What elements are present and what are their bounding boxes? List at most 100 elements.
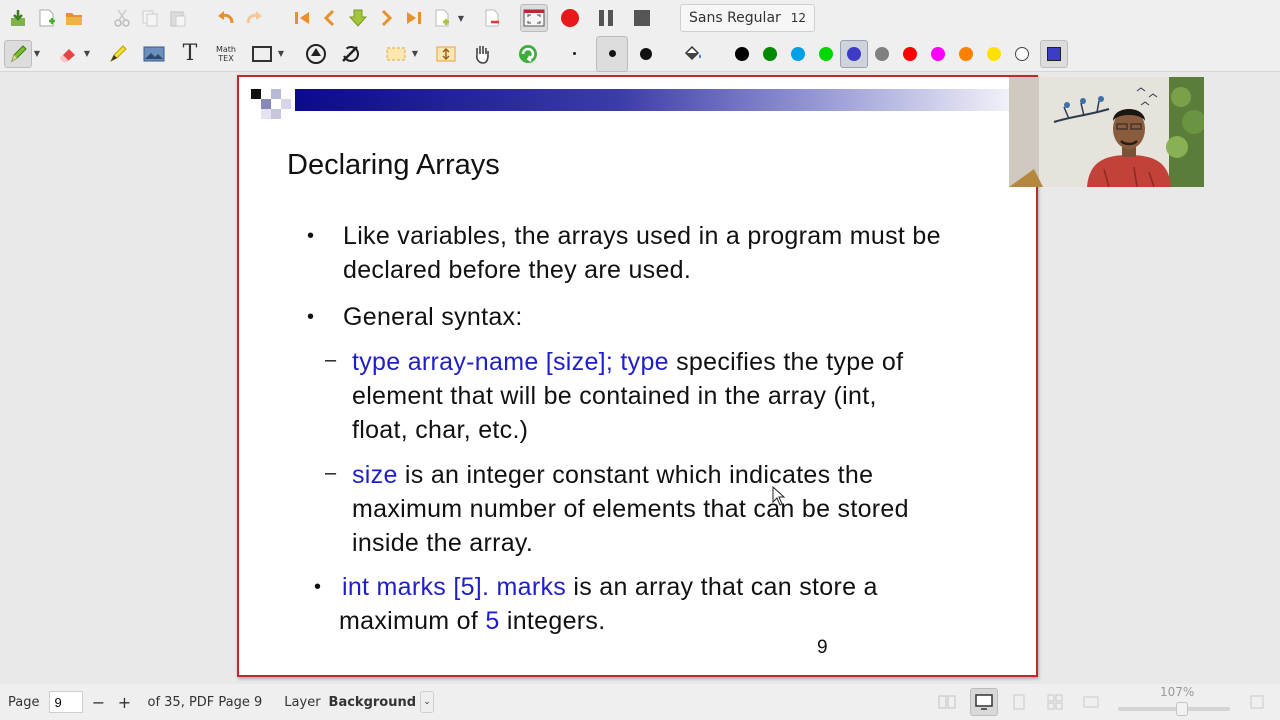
tools-toolbar: ▼ ▼ T Math TEX ▼ ▼ [0,35,1280,72]
page-number-input[interactable] [49,691,84,713]
eraser-icon[interactable] [54,40,82,68]
color-swatch-button[interactable] [756,40,784,68]
save-icon[interactable] [4,4,32,32]
document-page[interactable]: Declaring Arrays • Like variables, the a… [237,75,1038,677]
presentation-mode-icon[interactable] [970,688,998,716]
vertical-space-icon[interactable] [432,40,460,68]
fullscreen-icon[interactable] [520,4,548,32]
math-tex-icon[interactable]: Math TEX [212,40,240,68]
page-decrement-button[interactable]: − [85,691,111,713]
page-increment-button[interactable]: + [111,691,137,713]
pause-icon[interactable] [592,4,620,32]
chevron-down-icon[interactable]: ▼ [82,40,92,68]
copy-icon[interactable] [136,4,164,32]
cut-icon[interactable] [108,4,136,32]
color-swatch-button[interactable] [980,40,1008,68]
current-color-swatch [1047,46,1061,61]
webcam-overlay [1009,77,1204,187]
image-icon[interactable] [140,40,168,68]
mouse-cursor-icon [772,486,786,506]
sub-bullet-2: – size is an integer constant which indi… [325,458,909,560]
view-horizontal-icon[interactable] [1078,689,1104,715]
color-swatch-button[interactable] [1008,40,1036,68]
color-swatch-button[interactable] [840,39,868,68]
color-swatch [987,46,1001,61]
next-page-icon[interactable] [372,4,400,32]
sub-bullet-2-line-1: size is an integer constant which indica… [352,458,909,492]
select-rect-icon[interactable] [382,40,410,68]
view-vertical-icon[interactable] [1006,689,1032,715]
new-page-after-icon[interactable] [428,4,456,32]
color-swatch-button[interactable] [728,40,756,68]
shape-recognizer-icon[interactable] [302,40,330,68]
sub-bullet-1-text: specifies the type of [668,348,904,376]
font-selector-button[interactable]: Sans Regular 12 [680,4,816,32]
bullet-3-text-b: integers. [499,607,606,635]
chevron-down-icon[interactable]: ▼ [276,40,286,68]
rectangle-icon[interactable] [248,40,276,68]
font-name: Sans Regular [689,10,781,26]
text-icon[interactable]: T [176,40,204,68]
chevron-down-icon[interactable]: ▼ [456,4,466,32]
chevron-down-icon: ⌄ [420,691,435,713]
zoom-slider-thumb[interactable] [1176,702,1188,716]
tex-label: TEX [218,53,234,63]
main-toolbar: ▼ Sans Regular 12 [0,0,1280,36]
view-grid-icon[interactable] [1042,689,1068,715]
color-swatch [791,46,805,61]
stop-icon[interactable] [628,4,656,32]
header-square-3 [271,89,281,99]
first-page-icon[interactable] [288,4,316,32]
delete-page-icon[interactable] [478,4,506,32]
pen-icon[interactable] [4,39,32,68]
record-icon[interactable] [556,4,584,32]
view-paired-icon[interactable] [934,689,960,715]
bullet-mark: • [314,576,322,598]
slide-title: Declaring Arrays [287,149,500,181]
chevron-down-icon[interactable]: ▼ [32,40,42,68]
dot-medium-icon[interactable] [596,35,628,72]
dot-small-icon[interactable] [560,40,588,68]
current-color-button[interactable] [1040,39,1068,68]
redo-icon[interactable] [240,4,268,32]
goto-page-icon[interactable] [344,4,372,32]
color-swatch-button[interactable] [812,40,840,68]
bullet-mark: • [307,225,315,247]
fill-icon[interactable] [678,40,706,68]
dash-mark: – [325,349,337,371]
bullet-3-line-1: int marks [5]. marks is an array that ca… [315,570,878,604]
bullet-3-text: is an array that can store a [566,573,878,601]
highlighter-icon[interactable] [104,40,132,68]
ruler-icon[interactable] [336,40,364,68]
sub-bullet-2-code: size [352,461,398,489]
previous-page-icon[interactable] [316,4,344,32]
bullet-3: • int marks [5]. marks is an array that … [314,570,878,638]
hand-icon[interactable] [468,40,496,68]
bullet-2: • General syntax: [307,300,523,334]
undo-icon[interactable] [212,4,240,32]
refresh-icon[interactable] [514,40,542,68]
color-palette [728,39,1068,68]
sub-bullet-2-line-3: inside the array. [352,529,534,557]
layer-select[interactable]: Background ⌄ [329,691,435,713]
chevron-down-icon[interactable]: ▼ [410,40,420,68]
color-swatch-button[interactable] [784,40,812,68]
color-swatch-button[interactable] [924,40,952,68]
color-swatch [959,46,973,61]
color-swatch-button[interactable] [896,40,924,68]
header-square-6 [261,109,271,119]
open-icon[interactable] [60,4,88,32]
bullet-3-number: 5 [485,607,500,635]
color-swatch [735,46,749,61]
zoom-slider-track[interactable] [1118,707,1230,711]
new-page-icon[interactable] [32,4,60,32]
fit-page-icon[interactable] [1244,689,1270,715]
color-swatch-button[interactable] [868,40,896,68]
page-label: Page [8,694,40,710]
color-swatch [819,46,833,61]
color-swatch-button[interactable] [952,40,980,68]
paste-icon[interactable] [164,4,192,32]
last-page-icon[interactable] [400,4,428,32]
webcam-video [1009,77,1204,187]
dot-large-icon[interactable] [632,40,660,68]
